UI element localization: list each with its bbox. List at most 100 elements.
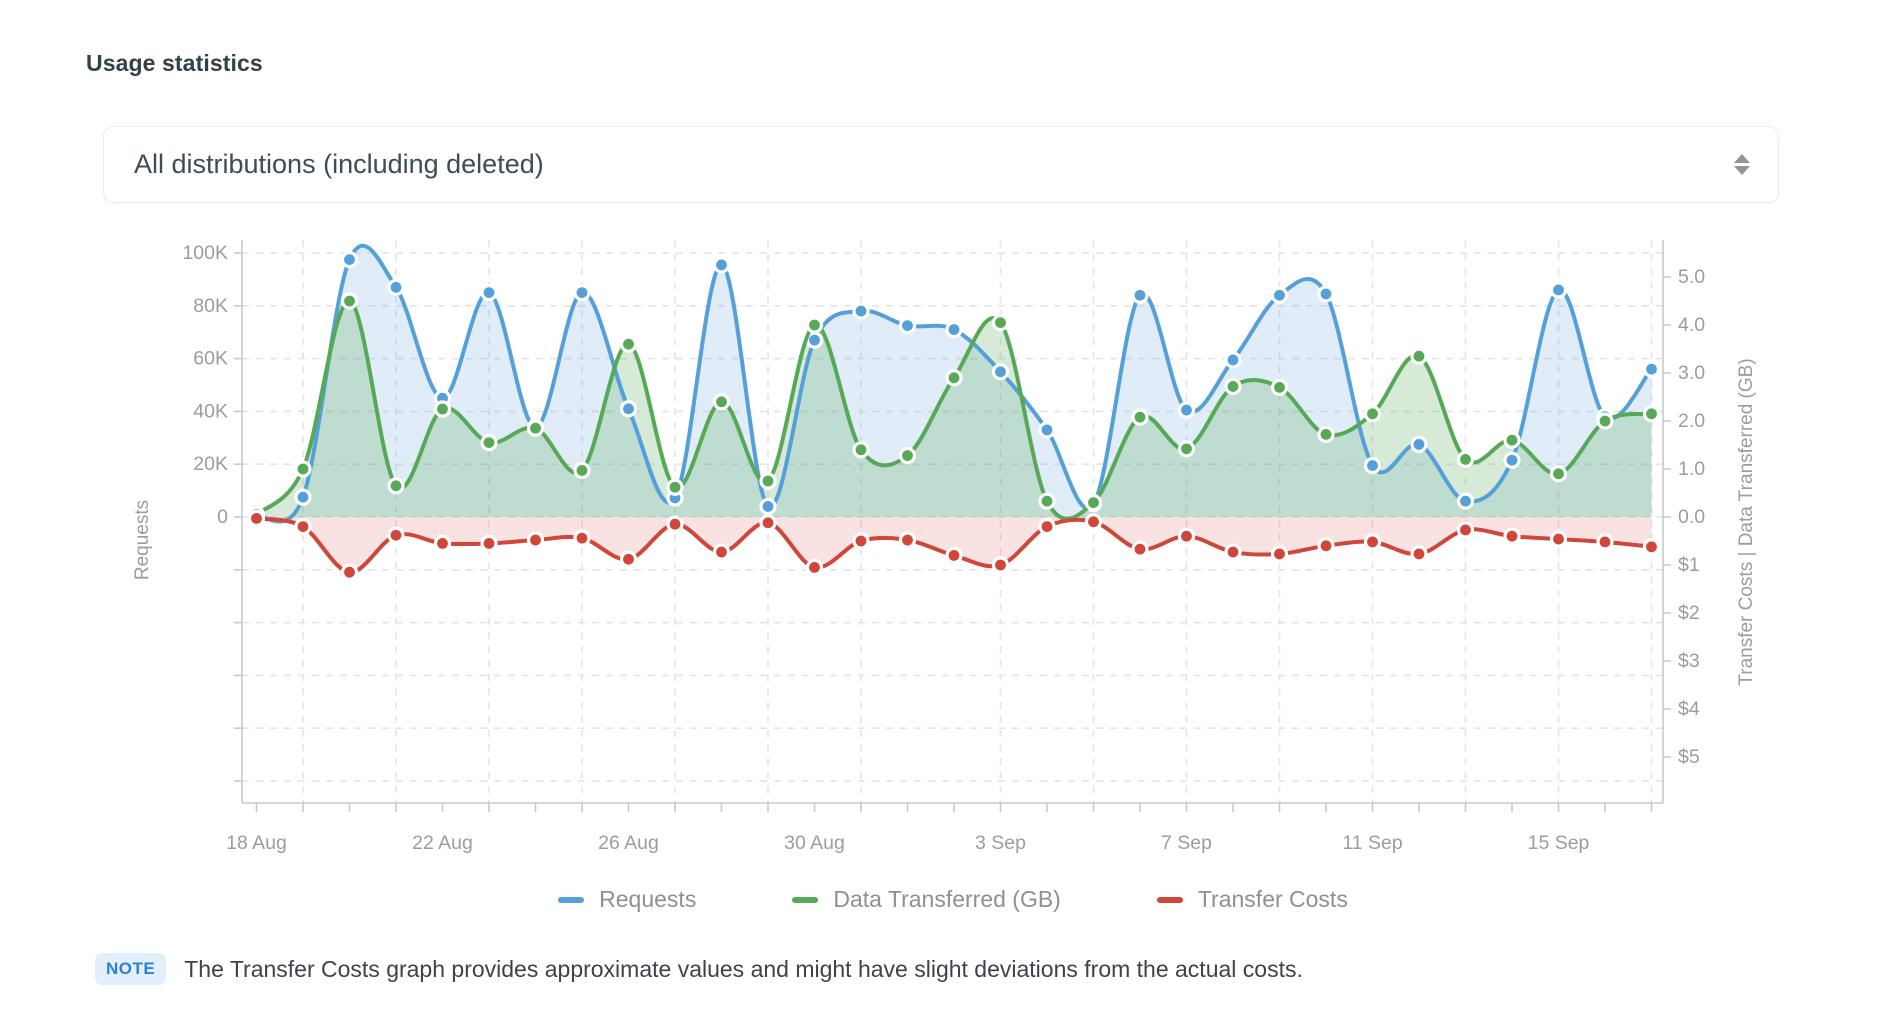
data-transferred-gb--point[interactable] — [1133, 410, 1147, 424]
requests-point[interactable] — [1366, 459, 1380, 473]
transfer-costs-point[interactable] — [1366, 535, 1380, 549]
requests-point[interactable] — [1552, 283, 1566, 297]
transfer-costs-point[interactable] — [343, 565, 357, 579]
transfer-costs-point[interactable] — [715, 545, 729, 559]
requests-point[interactable] — [1226, 353, 1240, 367]
legend-item-data-transferred[interactable]: Data Transferred (GB) — [792, 886, 1061, 913]
transfer-costs-point[interactable] — [1505, 529, 1519, 543]
requests-point[interactable] — [1040, 423, 1054, 437]
data-transferred-gb--point[interactable] — [296, 462, 310, 476]
data-transferred-gb--point[interactable] — [1319, 427, 1333, 441]
transfer-costs-point[interactable] — [436, 536, 450, 550]
transfer-costs-point[interactable] — [575, 531, 589, 545]
transfer-costs-point[interactable] — [296, 520, 310, 534]
transfer-costs-point[interactable] — [529, 533, 543, 547]
transfer-costs-point[interactable] — [1319, 539, 1333, 553]
requests-point[interactable] — [715, 258, 729, 272]
transfer-costs-point[interactable] — [1552, 532, 1566, 546]
requests-point[interactable] — [854, 304, 868, 318]
transfer-costs-point[interactable] — [994, 558, 1008, 572]
transfer-costs-point[interactable] — [761, 516, 775, 530]
requests-point[interactable] — [296, 490, 310, 504]
transfer-costs-point[interactable] — [482, 536, 496, 550]
left-axis-tick-label: 40K — [193, 400, 228, 422]
transfer-costs-point[interactable] — [1087, 515, 1101, 529]
data-transferred-gb--point[interactable] — [1412, 349, 1426, 363]
right-axis-cost-tick-label: $4 — [1678, 698, 1700, 720]
requests-point[interactable] — [1505, 453, 1519, 467]
transfer-costs-point[interactable] — [622, 552, 636, 566]
requests-point[interactable] — [901, 319, 915, 333]
data-transferred-gb--point[interactable] — [994, 316, 1008, 330]
transfer-costs-point[interactable] — [808, 560, 822, 574]
data-transferred-gb--point[interactable] — [622, 337, 636, 351]
requests-point[interactable] — [575, 286, 589, 300]
x-axis-tick-label: 3 Sep — [975, 832, 1026, 854]
transfer-costs-point[interactable] — [1133, 542, 1147, 556]
data-transferred-gb--point[interactable] — [482, 436, 496, 450]
requests-point[interactable] — [1133, 288, 1147, 302]
transfer-costs-point[interactable] — [250, 511, 264, 525]
data-transferred-gb--point[interactable] — [436, 402, 450, 416]
requests-point[interactable] — [1645, 362, 1659, 376]
requests-point[interactable] — [947, 323, 961, 337]
data-transferred-gb--point[interactable] — [529, 421, 543, 435]
data-transferred-gb--point[interactable] — [947, 371, 961, 385]
data-transferred-gb--point[interactable] — [1459, 452, 1473, 466]
requests-point[interactable] — [1459, 494, 1473, 508]
requests-point[interactable] — [761, 499, 775, 513]
data-transferred-gb--point[interactable] — [715, 395, 729, 409]
transfer-costs-point[interactable] — [1040, 520, 1054, 534]
data-transferred-gb--point[interactable] — [1087, 496, 1101, 510]
transfer-costs-point[interactable] — [901, 533, 915, 547]
data-transferred-gb--point[interactable] — [668, 480, 682, 494]
requests-point[interactable] — [622, 402, 636, 416]
data-transferred-gb--point[interactable] — [1645, 407, 1659, 421]
data-transferred-gb--point[interactable] — [1598, 414, 1612, 428]
data-transferred-gb--point[interactable] — [1180, 442, 1194, 456]
transfer-costs-point[interactable] — [1412, 547, 1426, 561]
data-transferred-gb--point[interactable] — [901, 449, 915, 463]
data-transferred-gb--point[interactable] — [808, 318, 822, 332]
transfer-costs-point[interactable] — [1645, 540, 1659, 554]
transfer-costs-point[interactable] — [1598, 535, 1612, 549]
requests-point[interactable] — [1180, 403, 1194, 417]
data-transferred-gb--point[interactable] — [1040, 494, 1054, 508]
x-axis-tick-label: 22 Aug — [412, 832, 473, 854]
requests-point[interactable] — [1273, 288, 1287, 302]
data-transferred-gb--point[interactable] — [1366, 407, 1380, 421]
requests-point[interactable] — [389, 280, 403, 294]
data-transferred-gb--point[interactable] — [1552, 467, 1566, 481]
data-transferred-gb--point[interactable] — [761, 474, 775, 488]
transfer-costs-point[interactable] — [1226, 545, 1240, 559]
transfer-costs-point[interactable] — [854, 534, 868, 548]
note-badge: NOTE — [95, 953, 166, 985]
transfer-costs-point[interactable] — [947, 548, 961, 562]
requests-point[interactable] — [1319, 287, 1333, 301]
transfer-costs-point[interactable] — [1459, 523, 1473, 537]
x-axis-tick-label: 26 Aug — [598, 832, 659, 854]
data-transferred-gb--point[interactable] — [1273, 380, 1287, 394]
data-transferred-gb--point[interactable] — [1226, 379, 1240, 393]
chart-legend: Requests Data Transferred (GB) Transfer … — [240, 886, 1666, 913]
transfer-costs-point[interactable] — [1273, 547, 1287, 561]
transfer-costs-point[interactable] — [668, 517, 682, 531]
legend-item-transfer-costs[interactable]: Transfer Costs — [1157, 886, 1348, 913]
right-axis-cost-tick-label: $3 — [1678, 650, 1700, 672]
requests-point[interactable] — [482, 286, 496, 300]
requests-point[interactable] — [994, 365, 1008, 379]
requests-point[interactable] — [1412, 437, 1426, 451]
data-transferred-gb--point[interactable] — [389, 479, 403, 493]
right-axis-gb-tick-label: 0.0 — [1678, 506, 1705, 528]
data-transferred-gb--point[interactable] — [575, 463, 589, 477]
transfer-costs-point[interactable] — [389, 528, 403, 542]
data-transferred-gb--point[interactable] — [1505, 433, 1519, 447]
x-axis-tick-label: 18 Aug — [226, 832, 287, 854]
transfer-costs-legend-swatch — [1157, 897, 1183, 903]
requests-point[interactable] — [343, 253, 357, 267]
legend-item-requests[interactable]: Requests — [558, 886, 696, 913]
data-transferred-gb--point[interactable] — [854, 443, 868, 457]
usage-chart: 100K80K60K40K20K05.04.03.02.01.00.0$1$2$… — [0, 0, 1896, 870]
transfer-costs-point[interactable] — [1180, 529, 1194, 543]
data-transferred-gb--point[interactable] — [343, 294, 357, 308]
